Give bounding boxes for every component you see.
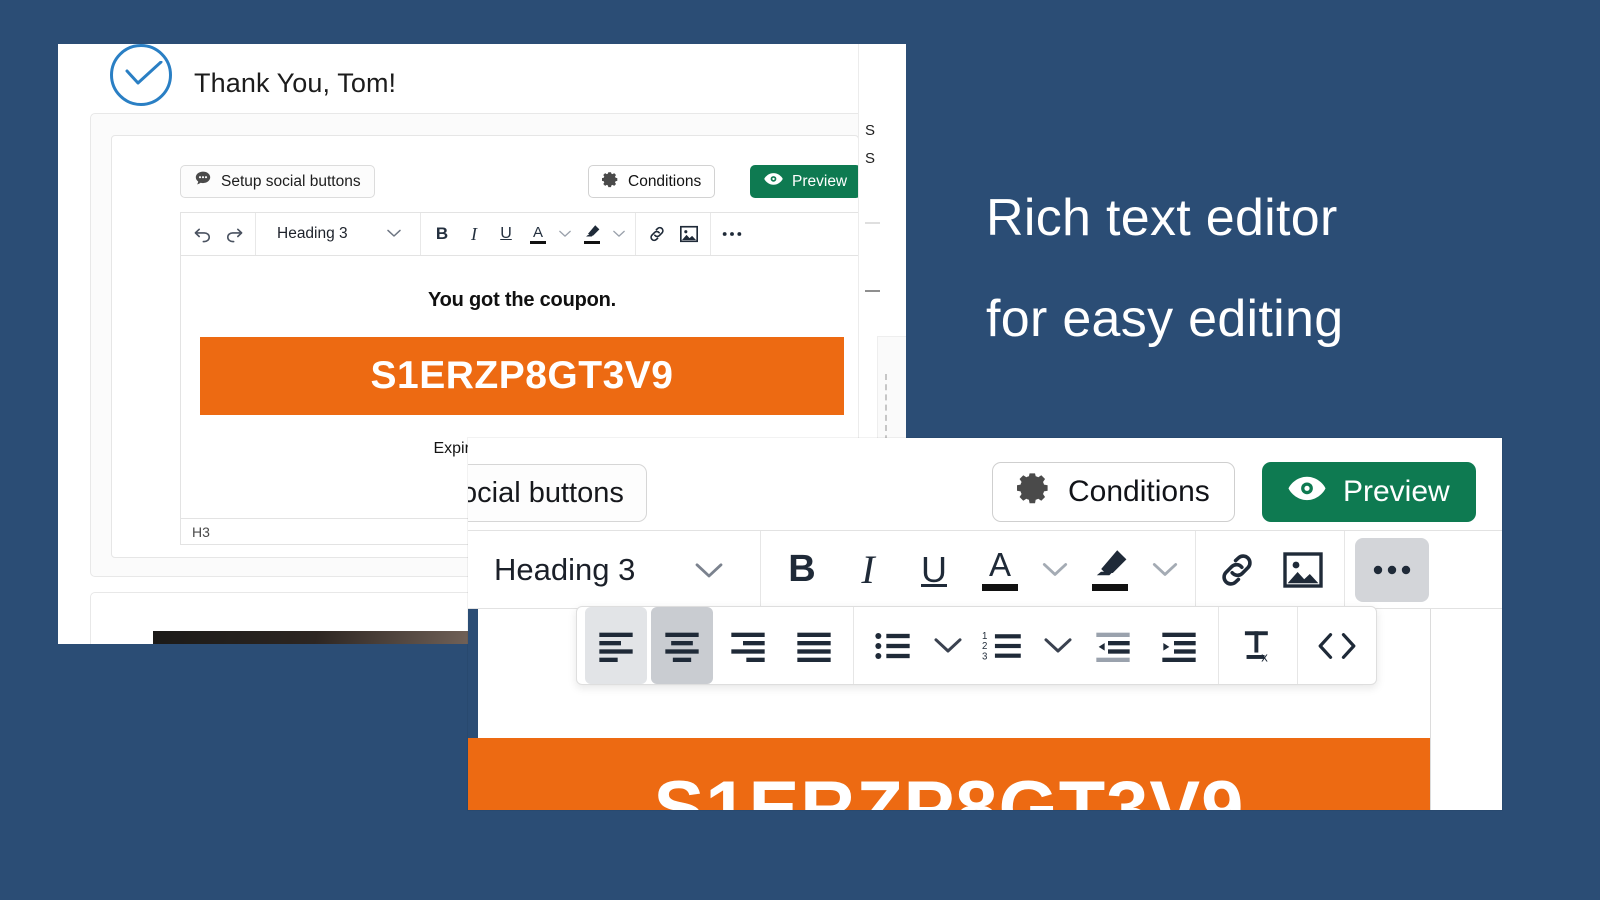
chevron-down-icon	[387, 225, 401, 243]
zoom-setup-social-buttons-button[interactable]: ocial buttons	[468, 464, 647, 522]
indent-icon[interactable]	[1148, 607, 1210, 684]
conditions-button[interactable]: Conditions	[588, 165, 716, 198]
undo-icon[interactable]	[187, 213, 217, 255]
paragraph-style-group: Heading 3	[256, 213, 421, 255]
align-right-icon[interactable]	[717, 607, 779, 684]
zoom-highlight-caret-icon[interactable]	[1145, 531, 1185, 608]
element-path: H3	[192, 523, 210, 540]
zoom-insert-group	[1196, 531, 1345, 608]
italic-button[interactable]: I	[459, 213, 489, 255]
clear-format-icon[interactable]: x	[1227, 607, 1289, 684]
gear-icon	[602, 171, 619, 193]
zoom-highlighter-icon[interactable]	[1079, 531, 1141, 608]
highlight-swatch	[584, 241, 600, 244]
eye-icon	[1288, 475, 1326, 510]
sidebar-text-3: —	[865, 282, 880, 299]
underline-button[interactable]: U	[491, 213, 521, 255]
coupon-code-banner: S1ERZP8GT3V9	[200, 337, 844, 415]
svg-text:3: 3	[982, 651, 987, 662]
highlighter-icon[interactable]	[577, 213, 607, 255]
zoom-text-style-group: B I U A	[761, 531, 1196, 608]
bullet-list-icon[interactable]	[862, 607, 924, 684]
source-code-icon[interactable]	[1306, 607, 1368, 684]
zoom-coupon-code-banner: S1ERZP8GT3V9	[468, 738, 1430, 810]
zoom-conditions-label: Conditions	[1068, 475, 1210, 508]
thank-you-header: Thank You, Tom!	[58, 44, 906, 122]
outdent-icon[interactable]	[1082, 607, 1144, 684]
preview-label: Preview	[792, 172, 848, 190]
zoom-ellipsis-icon[interactable]	[1355, 537, 1429, 602]
alignment-group	[577, 607, 854, 684]
zoom-paragraph-style-select[interactable]: Heading 3	[478, 531, 750, 608]
font-color-letter: A	[532, 223, 543, 241]
conditions-label: Conditions	[628, 172, 702, 190]
paragraph-style-select[interactable]: Heading 3	[262, 213, 414, 255]
formatting-toolbar: Heading 3 B I U A	[180, 212, 864, 256]
zoom-preview-label: Preview	[1343, 475, 1450, 508]
headline-line-2: for easy editing	[986, 290, 1344, 349]
numbered-list-icon[interactable]: 1 2 3	[972, 607, 1034, 684]
zoom-italic-button[interactable]: I	[837, 531, 899, 608]
highlight-caret-icon[interactable]	[609, 213, 629, 255]
zoom-font-color-button[interactable]: A	[969, 531, 1031, 608]
zoom-coupon-code: S1ERZP8GT3V9	[653, 765, 1245, 811]
font-color-caret-icon[interactable]	[555, 213, 575, 255]
headline-line-1: Rich text editor	[986, 189, 1338, 247]
font-color-swatch	[530, 240, 546, 244]
zoom-conditions-button[interactable]: Conditions	[992, 462, 1235, 522]
ellipsis-icon[interactable]	[717, 213, 747, 255]
bullet-list-caret-icon[interactable]	[928, 607, 968, 684]
image-icon[interactable]	[674, 213, 704, 255]
align-center-icon[interactable]	[651, 607, 713, 684]
numbered-list-caret-icon[interactable]	[1038, 607, 1078, 684]
setup-social-buttons-label: Setup social buttons	[221, 172, 361, 190]
zoom-font-color-caret-icon[interactable]	[1035, 531, 1075, 608]
zoom-font-color-letter: A	[988, 546, 1011, 583]
zoom-bold-button[interactable]: B	[771, 531, 833, 608]
setup-social-buttons-button[interactable]: Setup social buttons	[180, 165, 375, 198]
list-group: 1 2 3	[854, 607, 1219, 684]
font-color-button[interactable]: A	[523, 213, 553, 255]
zoom-image-icon[interactable]	[1272, 531, 1334, 608]
page-title: Thank You, Tom!	[194, 67, 397, 98]
chevron-down-icon	[694, 552, 724, 588]
clear-format-group: x	[1219, 607, 1298, 684]
zoom-font-color-swatch	[982, 584, 1018, 591]
check-circle-icon	[110, 44, 172, 106]
align-justify-icon[interactable]	[783, 607, 845, 684]
source-code-group	[1298, 607, 1376, 684]
align-left-icon[interactable]	[585, 607, 647, 684]
zoom-more-group	[1345, 531, 1439, 608]
zoom-alignment-popup-toolbar: 1 2 3 x	[576, 606, 1377, 685]
coupon-title: You got the coupon.	[427, 289, 617, 311]
zoom-underline-button[interactable]: U	[903, 531, 965, 608]
link-icon[interactable]	[642, 213, 672, 255]
text-style-group: B I U A	[421, 213, 636, 255]
sidebar-text-1: S	[865, 122, 876, 139]
sidebar-divider: —	[865, 214, 880, 231]
chat-bubble-icon	[194, 170, 212, 193]
zoom-link-icon[interactable]	[1206, 531, 1268, 608]
more-group	[711, 213, 753, 255]
bold-button[interactable]: B	[427, 213, 457, 255]
svg-text:x: x	[1261, 649, 1268, 663]
marketing-headline: Rich text editor for easy editing	[986, 168, 1566, 371]
zoom-preview-button[interactable]: Preview	[1262, 462, 1476, 522]
zoom-formatting-toolbar: Heading 3 B I U A	[468, 530, 1502, 609]
zoom-highlight-swatch	[1092, 584, 1128, 591]
history-group	[181, 213, 256, 255]
coupon-code: S1ERZP8GT3V9	[370, 354, 674, 397]
zoom-paragraph-style-group: Heading 3	[468, 531, 761, 608]
editor-action-bar: Setup social buttons Conditions Preview	[112, 136, 862, 212]
sidebar-text-2: S	[865, 150, 876, 167]
zoom-setup-social-buttons-label: ocial buttons	[468, 476, 624, 509]
magnified-toolbar-callout: ocial buttons Conditions Preview Heading…	[468, 438, 1502, 810]
paragraph-style-value: Heading 3	[277, 225, 348, 242]
insert-group	[636, 213, 711, 255]
redo-icon[interactable]	[219, 213, 249, 255]
zoom-paragraph-style-value: Heading 3	[494, 551, 636, 587]
eye-icon	[764, 172, 783, 191]
gear-icon	[1017, 471, 1051, 513]
preview-button[interactable]: Preview	[750, 165, 862, 198]
